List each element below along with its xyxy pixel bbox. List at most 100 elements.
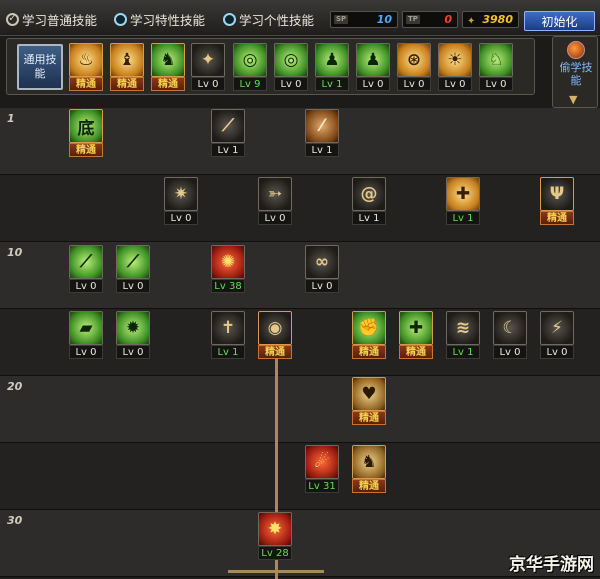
skill-slot[interactable]: ⊛ Lv 0 (397, 43, 431, 91)
skill-slot[interactable]: ✷ Lv 0 (164, 177, 198, 225)
skill-slot[interactable]: ✦ Lv 0 (191, 43, 225, 91)
skill-level-label: 精通 (352, 479, 386, 493)
chevron-down-icon[interactable]: ▼ (569, 93, 577, 106)
reset-skills-button[interactable]: 初始化 (524, 11, 595, 31)
figure-icon[interactable]: ♟ (356, 43, 390, 77)
target-icon[interactable]: ◎ (233, 43, 267, 77)
skill-level-label: 精通 (151, 77, 185, 91)
basic-slash-icon[interactable]: 底 (69, 109, 103, 143)
explosion-icon[interactable]: ✸ (258, 512, 292, 546)
skill-slot[interactable]: ⁄ Lv 1 (305, 109, 339, 157)
skill-level-label: 精通 (258, 345, 292, 359)
warrior-icon[interactable]: ♞ (352, 445, 386, 479)
figure-icon[interactable]: ♟ (315, 43, 349, 77)
skill-level-label: 精通 (352, 411, 386, 425)
skill-slot[interactable]: ♞ 精通 (352, 445, 386, 493)
gust-icon[interactable]: ≋ (446, 311, 480, 345)
skill-slot[interactable]: ▰ Lv 0 (69, 311, 103, 359)
sword-icon[interactable]: ⟋ (69, 245, 103, 279)
skill-slot[interactable]: ☀ Lv 0 (438, 43, 472, 91)
skill-slot[interactable]: ✹ Lv 0 (116, 311, 150, 359)
skill-level-label: Lv 1 (211, 345, 245, 359)
eye-icon[interactable]: ◉ (258, 311, 292, 345)
heart-shield-icon[interactable]: ♥ (352, 377, 386, 411)
skill-level-label: Lv 1 (446, 345, 480, 359)
skill-slot[interactable]: ♟ Lv 0 (356, 43, 390, 91)
skill-slot[interactable]: Ψ 精通 (540, 177, 574, 225)
tab-normal-skills[interactable]: ✓ 学习普通技能 (6, 10, 97, 28)
steal-skill-panel[interactable]: 偷学技能 ▼ (552, 36, 598, 108)
sp-tag: SP (334, 15, 349, 24)
skill-slot[interactable]: ⟋ Lv 1 (211, 109, 245, 157)
kick-icon[interactable]: ♘ (479, 43, 513, 77)
skill-slot[interactable]: ♞ 精通 (151, 43, 185, 91)
skill-slot[interactable]: ∞ Lv 0 (305, 245, 339, 293)
meteor-icon[interactable]: ☄ (305, 445, 339, 479)
skill-slot[interactable]: ✚ Lv 1 (446, 177, 480, 225)
burst-icon[interactable]: ✷ (164, 177, 198, 211)
skill-slot[interactable]: ✚ 精通 (399, 311, 433, 359)
splash-icon[interactable]: ✹ (116, 311, 150, 345)
heal-cross-icon[interactable]: ✚ (399, 311, 433, 345)
blade-icon[interactable]: ⟋ (116, 245, 150, 279)
gold-coin-icon: ✦ (467, 16, 476, 27)
radio-icon (223, 12, 236, 26)
claw-icon[interactable]: ⟋ (211, 109, 245, 143)
skill-slot[interactable]: ♥ 精通 (352, 377, 386, 425)
slash-icon[interactable]: ⁄ (305, 109, 339, 143)
wings-icon[interactable]: ✦ (191, 43, 225, 77)
check-icon: ✓ (6, 12, 19, 26)
flex-icon[interactable]: ☀ (438, 43, 472, 77)
target-icon[interactable]: ◎ (274, 43, 308, 77)
skill-slot[interactable]: ➳ Lv 0 (258, 177, 292, 225)
scroll-icon[interactable]: ▰ (69, 311, 103, 345)
skill-slot[interactable]: 底精通 (69, 109, 103, 157)
muscle-icon[interactable]: ✊ (352, 311, 386, 345)
skill-level-label: Lv 1 (305, 143, 339, 157)
skill-slot[interactable]: ♨ 精通 (69, 43, 103, 91)
skill-slot[interactable]: ◎ Lv 0 (274, 43, 308, 91)
sp-value: 10 (376, 13, 392, 26)
run-icon[interactable]: ♞ (151, 43, 185, 77)
cross-blade-icon[interactable]: ✝ (211, 311, 245, 345)
skill-slot[interactable]: ⚡ Lv 0 (540, 311, 574, 359)
watermark: 京华手游网 (509, 555, 594, 575)
skill-slot[interactable]: @ Lv 1 (352, 177, 386, 225)
skill-slot[interactable]: ≋ Lv 1 (446, 311, 480, 359)
skill-slot[interactable]: ☾ Lv 0 (493, 311, 527, 359)
skill-slot[interactable]: ♝ 精通 (110, 43, 144, 91)
skill-slot[interactable]: ✝ Lv 1 (211, 311, 245, 359)
skill-level-label: Lv 0 (397, 77, 431, 91)
skill-level-label: Lv 31 (305, 479, 339, 493)
flame-slash-icon[interactable]: ⚡ (540, 311, 574, 345)
skill-slot[interactable]: ⟋ Lv 0 (116, 245, 150, 293)
skill-slot[interactable]: ✸ Lv 28 (258, 512, 292, 560)
crouch-icon[interactable]: ♝ (110, 43, 144, 77)
tab-personal-skills[interactable]: 学习个性技能 (223, 10, 314, 28)
spiral-icon[interactable]: ⊛ (397, 43, 431, 77)
rest-icon[interactable]: ♨ (69, 43, 103, 77)
wing-crest-icon[interactable]: Ψ (540, 177, 574, 211)
skill-slot[interactable]: ♟ Lv 1 (315, 43, 349, 91)
tab-label: 学习个性技能 (239, 12, 315, 28)
skill-slot[interactable]: ◉ 精通 (258, 311, 292, 359)
crescent-icon[interactable]: ☾ (493, 311, 527, 345)
tab-trait-skills[interactable]: 学习特性技能 (114, 10, 205, 28)
skill-slot[interactable]: ☄ Lv 31 (305, 445, 339, 493)
skill-slot[interactable]: ✊ 精通 (352, 311, 386, 359)
tp-counter: TP 0 (402, 11, 458, 28)
skill-slot[interactable]: ◎ Lv 9 (233, 43, 267, 91)
tree-connector-line (228, 570, 324, 573)
swirl-icon[interactable]: ∞ (305, 245, 339, 279)
skill-level-label: Lv 1 (211, 143, 245, 157)
general-skills-label: 通用技能 (17, 44, 63, 90)
skill-slot[interactable]: ✺ Lv 38 (211, 245, 245, 293)
arrow-icon[interactable]: ➳ (258, 177, 292, 211)
skill-slot[interactable]: ⟋ Lv 0 (69, 245, 103, 293)
skill-level-label: Lv 0 (116, 345, 150, 359)
whirl-icon[interactable]: @ (352, 177, 386, 211)
skill-level-label: Lv 0 (164, 211, 198, 225)
skill-slot[interactable]: ♘ Lv 0 (479, 43, 513, 91)
fire-icon[interactable]: ✺ (211, 245, 245, 279)
shield-icon[interactable]: ✚ (446, 177, 480, 211)
